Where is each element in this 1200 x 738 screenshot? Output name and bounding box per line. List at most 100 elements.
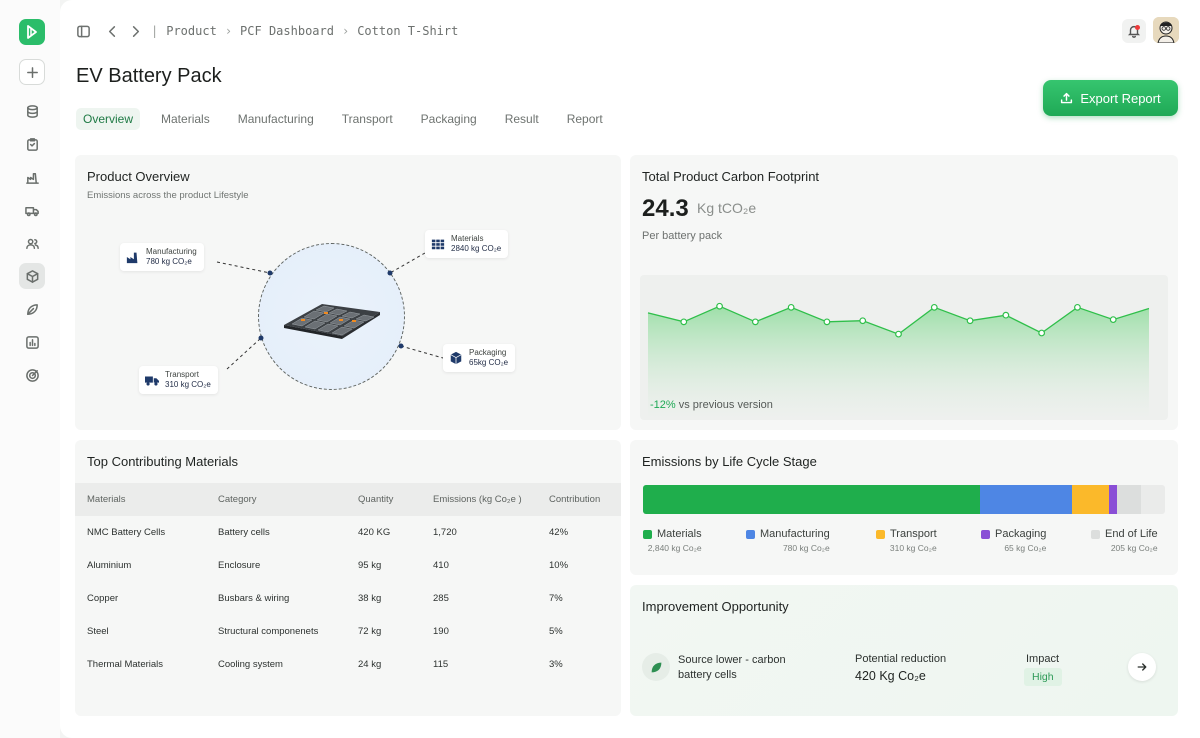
breadcrumb-item[interactable]: Cotton T-Shirt [357, 24, 458, 38]
legend-label: Materials [657, 528, 702, 540]
sidebar-item-clipboard[interactable] [19, 131, 45, 157]
tab-manufacturing[interactable]: Manufacturing [231, 108, 321, 130]
notifications-button[interactable] [1122, 19, 1146, 43]
top-materials-card: Top Contributing Materials Materials Cat… [75, 440, 621, 716]
trend-point [1109, 316, 1117, 324]
tag-label: Packaging [469, 348, 507, 357]
sidebar-item-reports[interactable] [19, 329, 45, 355]
plus-icon [26, 66, 38, 78]
legend-swatch [746, 529, 755, 539]
legend-label: Packaging [995, 528, 1047, 540]
legend-swatch [643, 529, 652, 539]
user-avatar[interactable] [1153, 17, 1179, 43]
truck-icon [145, 376, 159, 386]
page-title: EV Battery Pack [76, 65, 222, 87]
tag-label: Manufacturing [146, 247, 197, 256]
packaging-tag: Packaging 65kg CO₂e [443, 344, 516, 372]
breadcrumb-item[interactable]: PCF Dashboard [240, 24, 334, 38]
legend-value: 780 kg Co₂e [782, 543, 830, 553]
column-header: Category [218, 494, 257, 505]
sidebar-item-database[interactable] [19, 98, 45, 124]
stacked-bar-segment [643, 485, 980, 514]
tab-transport[interactable]: Transport [335, 108, 400, 130]
tag-label: Transport [165, 370, 199, 379]
sidebar-item-users[interactable] [19, 230, 45, 256]
table-cell: Cooling system [218, 659, 283, 670]
app-logo[interactable] [19, 19, 45, 45]
tag-label: Materials [451, 234, 484, 243]
tab-materials[interactable]: Materials [154, 108, 217, 130]
add-button[interactable] [19, 59, 45, 85]
export-report-button[interactable]: Export Report [1043, 80, 1178, 116]
package-icon [450, 351, 462, 365]
tab-report[interactable]: Report [560, 108, 610, 130]
box-icon [26, 269, 38, 283]
trend-point [1074, 303, 1081, 311]
tab-result[interactable]: Result [498, 108, 546, 130]
logo-icon [27, 25, 37, 39]
opportunity-description: Source lower - carbon battery cells [678, 654, 786, 681]
tab-packaging[interactable]: Packaging [414, 108, 484, 130]
forward-icon[interactable] [128, 24, 143, 39]
legend-item: Materials 2,840 kg Co₂e [643, 528, 702, 553]
tab-overview[interactable]: Overview [76, 108, 141, 130]
stacked-bar-segment [1116, 485, 1142, 514]
lifecycle-stacked-bar [643, 485, 1165, 514]
table-cell: 285 [433, 593, 449, 604]
breadcrumb-divider: | [151, 24, 159, 38]
target-icon [25, 368, 39, 382]
tag-value: 310 kg CO₂e [165, 380, 211, 389]
avatar-image [1153, 17, 1179, 43]
sidebar-item-products[interactable] [19, 263, 45, 289]
table-cell: 72 kg [358, 626, 382, 637]
table-cell: 3% [549, 659, 563, 670]
legend-label: Transport [890, 528, 937, 540]
table-cell: NMC Battery Cells [87, 527, 166, 538]
table-cell: 115 [433, 659, 449, 670]
legend-value: 205 kg Co₂e [1110, 543, 1158, 553]
legend-item: Transport 310 kg Co₂e [876, 528, 937, 553]
stacked-bar-segment [979, 485, 1073, 514]
product-overview-card: Product Overview Emissions across the pr… [75, 155, 621, 430]
sidebar [0, 0, 60, 738]
table-cell: 10% [549, 560, 569, 571]
change-text: vs previous version [678, 399, 773, 411]
trend-point [930, 303, 938, 311]
table-cell: Battery cells [218, 527, 270, 538]
table-cell: 190 [433, 626, 449, 637]
sidebar-item-sustainability[interactable] [19, 296, 45, 322]
table-cell: Busbars & wiring [218, 593, 290, 604]
sidebar-item-targets[interactable] [19, 362, 45, 388]
improvement-opportunity-card: Improvement Opportunity Source lower - c… [630, 585, 1178, 716]
leaf-badge [642, 653, 670, 681]
factory-icon [25, 172, 39, 184]
tag-value: 780 kg CO₂e [146, 257, 192, 266]
manufacturing-tag: Manufacturing 780 kg CO₂e [120, 243, 204, 271]
table-cell: Aluminium [87, 560, 132, 571]
trend-point [895, 330, 902, 338]
column-header: Quantity [358, 494, 394, 505]
sidebar-toggle-icon[interactable] [76, 24, 91, 39]
table-cell: 38 kg [358, 593, 382, 604]
breadcrumb-item[interactable]: Product [166, 24, 217, 38]
sidebar-item-factory[interactable] [19, 164, 45, 190]
legend-label: End of Life [1105, 528, 1158, 540]
table-cell: 420 KG [358, 527, 391, 538]
notification-dot [1135, 25, 1140, 30]
legend-swatch [876, 529, 885, 539]
total-footprint-value: 24.3 [642, 195, 689, 222]
sidebar-item-transport[interactable] [19, 197, 45, 223]
trend-point [1038, 329, 1046, 337]
legend-item: Manufacturing 780 kg Co₂e [746, 528, 830, 553]
lifecycle-emissions-card: Emissions by Life Cycle Stage Materials … [630, 440, 1178, 575]
impact-badge: High [1024, 668, 1062, 686]
open-opportunity-button[interactable] [1128, 653, 1156, 681]
reduction-value: 420 Kg Co₂e [855, 669, 926, 683]
back-icon[interactable] [105, 24, 120, 39]
legend-label: Manufacturing [760, 528, 830, 540]
comparison-text: -12% vs previous version [650, 399, 773, 411]
arrow-right-icon [1137, 663, 1147, 671]
trend-point [680, 318, 688, 326]
database-icon [26, 104, 38, 118]
trend-point [966, 317, 974, 325]
